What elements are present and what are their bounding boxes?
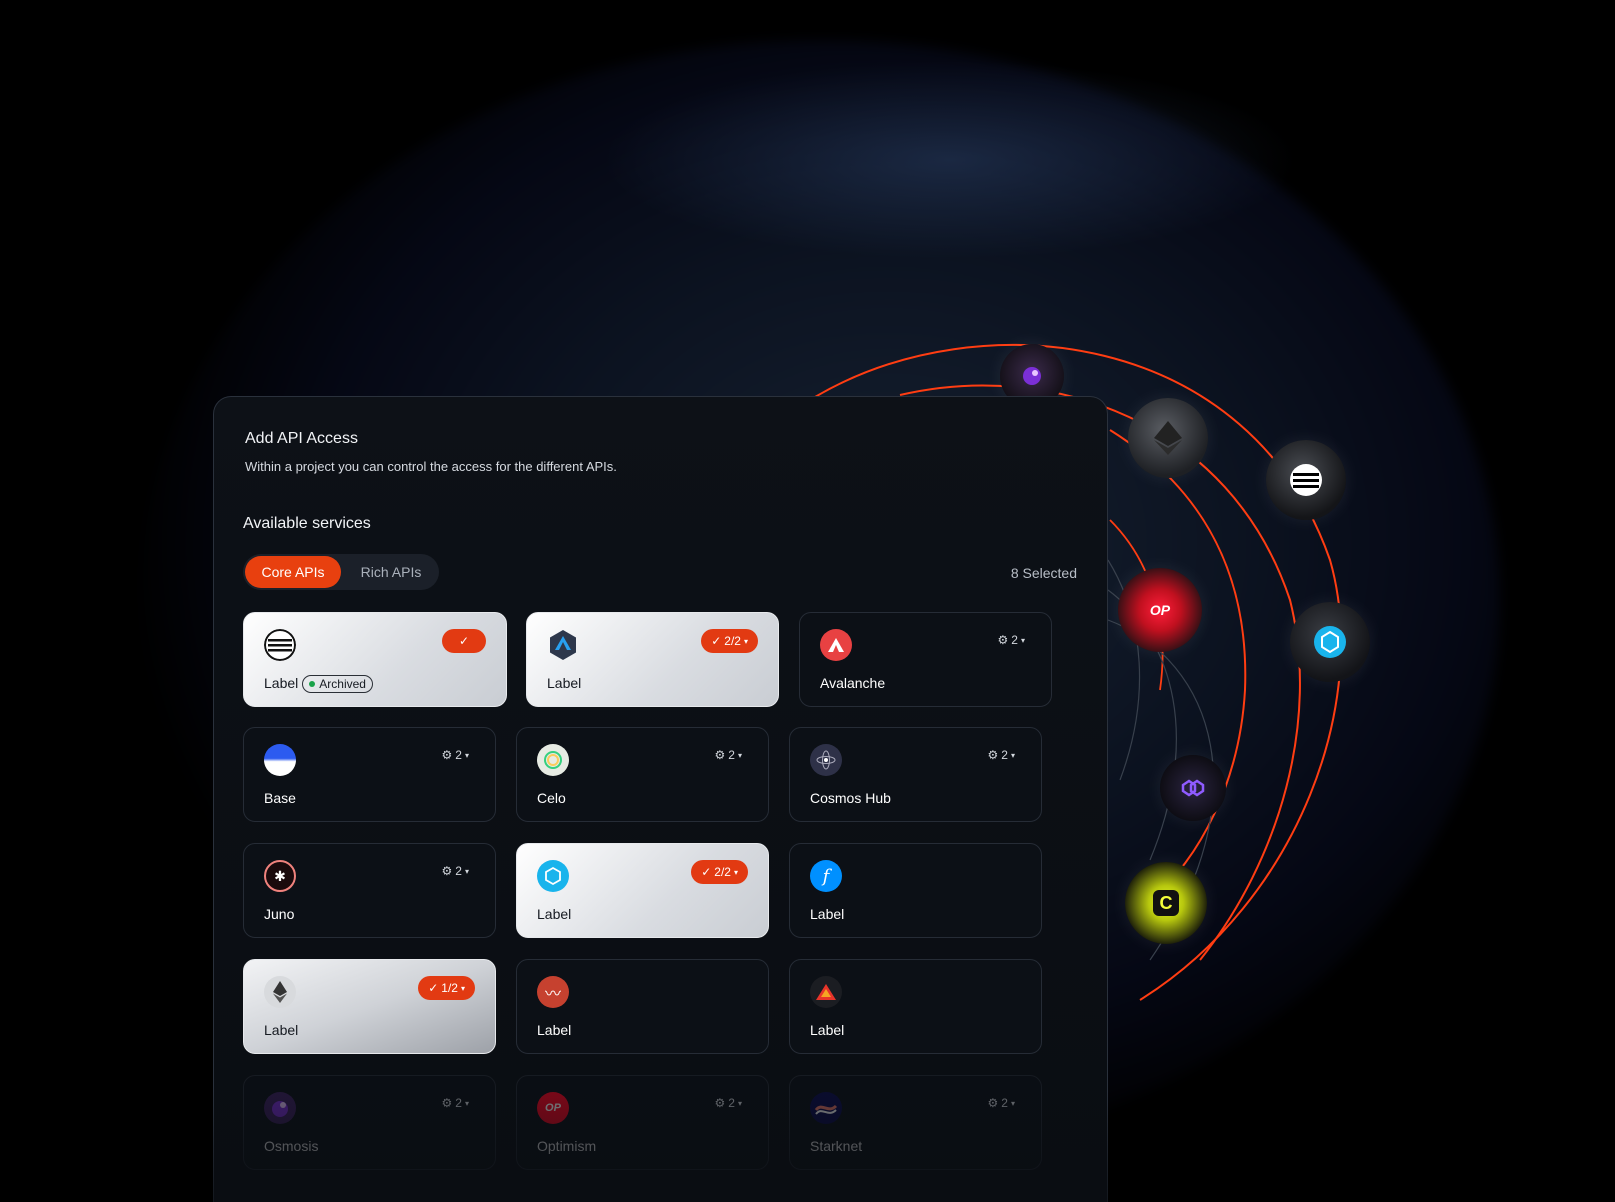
harmony-icon: 〰	[537, 976, 569, 1008]
arweave-icon	[810, 976, 842, 1008]
optimism-node-icon: OP	[1118, 568, 1202, 652]
service-card[interactable]: Starknet ⚙ 2 ▾	[789, 1075, 1042, 1170]
fantom-node-icon	[1290, 602, 1370, 682]
service-card[interactable]: Avalanche ⚙ 2 ▾	[799, 612, 1052, 707]
service-label: Juno	[264, 906, 295, 922]
celo-node-icon: C	[1125, 862, 1207, 944]
caret-down-icon: ▾	[464, 866, 469, 876]
optimism-icon: OP	[537, 1092, 569, 1124]
api-count-dropdown[interactable]: ⚙ 2 ▾	[436, 1092, 475, 1114]
dialog-title: Add API Access	[245, 430, 358, 447]
starknet-icon	[810, 1092, 842, 1124]
service-label: Optimism	[537, 1138, 597, 1154]
avalanche-icon	[820, 629, 852, 661]
selected-check-badge[interactable]: ✓	[442, 629, 486, 653]
service-card[interactable]: Label ✓ 1/2 ▾	[243, 959, 496, 1054]
api-count-dropdown[interactable]: ⚙ 2 ▾	[436, 860, 475, 882]
tab-core-apis[interactable]: Core APIs	[245, 556, 341, 588]
caret-down-icon: ▾	[1020, 635, 1025, 645]
api-count-dropdown[interactable]: ✓ 2/2 ▾	[701, 629, 758, 653]
ethereum-node-icon	[1128, 398, 1208, 478]
polygon-node-icon	[1160, 755, 1226, 821]
service-label: Base	[264, 790, 296, 806]
cosmos-icon	[810, 744, 842, 776]
base-icon	[264, 744, 296, 776]
service-card[interactable]: Osmosis ⚙ 2 ▾	[243, 1075, 496, 1170]
gear-icon: ⚙	[441, 748, 453, 762]
service-card[interactable]: OP Optimism ⚙ 2 ▾	[516, 1075, 769, 1170]
service-card[interactable]: Cosmos Hub ⚙ 2 ▾	[789, 727, 1042, 822]
check-icon: ✓	[458, 634, 470, 648]
api-count-dropdown[interactable]: ✓ 1/2 ▾	[418, 976, 475, 1000]
juno-icon: ✱	[264, 860, 296, 892]
gear-icon: ⚙	[987, 748, 999, 762]
caret-down-icon: ▾	[737, 750, 742, 760]
caret-down-icon: ▾	[1010, 750, 1015, 760]
add-api-access-dialog: Add API Access Within a project you can …	[213, 396, 1108, 1202]
service-card[interactable]: Label ✓ 2/2 ▾	[516, 843, 769, 938]
archived-badge: Archived	[302, 675, 373, 694]
service-card[interactable]: Label Archived ✓	[243, 612, 507, 707]
caret-down-icon: ▾	[460, 983, 465, 993]
check-icon: ✓	[701, 865, 712, 879]
api-count-dropdown[interactable]: ⚙ 2 ▾	[982, 1092, 1021, 1114]
gear-icon: ⚙	[441, 1096, 453, 1110]
api-count-dropdown[interactable]: ⚙ 2 ▾	[709, 744, 748, 766]
service-card[interactable]: Label ✓ 2/2 ▾	[526, 612, 779, 707]
gear-icon: ⚙	[987, 1096, 999, 1110]
gear-icon: ⚙	[714, 1096, 726, 1110]
caret-down-icon: ▾	[464, 750, 469, 760]
arbitrum-icon	[547, 629, 579, 661]
api-count-dropdown[interactable]: ⚙ 2 ▾	[709, 1092, 748, 1114]
fantom-icon	[537, 860, 569, 892]
aptos-icon	[264, 629, 296, 661]
api-count-dropdown[interactable]: ⚙ 2 ▾	[982, 744, 1021, 766]
service-label: Label	[547, 675, 582, 691]
caret-down-icon: ▾	[733, 867, 738, 877]
check-icon: ✓	[711, 634, 722, 648]
api-type-tabs: Core APIs Rich APIs	[243, 554, 439, 590]
api-count-dropdown[interactable]: ⚙ 2 ▾	[992, 629, 1031, 651]
caret-down-icon: ▾	[743, 636, 748, 646]
tab-rich-apis[interactable]: Rich APIs	[347, 556, 435, 588]
orbit-ring-3	[1109, 429, 1247, 901]
service-card[interactable]: Base ⚙ 2 ▾	[243, 727, 496, 822]
service-label: Celo	[537, 790, 566, 806]
selected-count: 8 Selected	[1010, 565, 1077, 581]
service-card[interactable]: ✱ Juno ⚙ 2 ▾	[243, 843, 496, 938]
gear-icon: ⚙	[714, 748, 726, 762]
service-card[interactable]: Label	[789, 959, 1042, 1054]
gear-icon: ⚙	[441, 864, 453, 878]
service-label: Osmosis	[264, 1138, 319, 1154]
celo-icon	[537, 744, 569, 776]
api-count-dropdown[interactable]: ⚙ 2 ▾	[436, 744, 475, 766]
service-label: Cosmos Hub	[810, 790, 891, 806]
service-label: Label	[537, 906, 572, 922]
service-label: Starknet	[810, 1138, 863, 1154]
status-dot	[309, 681, 316, 688]
service-card[interactable]: Celo ⚙ 2 ▾	[516, 727, 769, 822]
aptos-node-icon	[1266, 440, 1346, 520]
api-count-dropdown[interactable]: ✓ 2/2 ▾	[691, 860, 748, 884]
caret-down-icon: ▾	[464, 1098, 469, 1108]
ethereum-icon	[264, 976, 296, 1008]
service-label: Label	[264, 1022, 299, 1038]
caret-down-icon: ▾	[737, 1098, 742, 1108]
service-card[interactable]: 〰 Label	[516, 959, 769, 1054]
service-label: Label	[537, 1022, 572, 1038]
section-title: Available services	[243, 515, 371, 532]
service-card[interactable]: f Label	[789, 843, 1042, 938]
dialog-subtitle: Within a project you can control the acc…	[245, 459, 617, 474]
check-icon: ✓	[428, 981, 439, 995]
osmosis-icon	[264, 1092, 296, 1124]
gear-icon: ⚙	[997, 633, 1009, 647]
caret-down-icon: ▾	[1010, 1098, 1015, 1108]
filecoin-icon: f	[810, 860, 842, 892]
service-label: Label	[810, 906, 845, 922]
service-label: Label Archived	[264, 675, 373, 694]
service-label: Label	[810, 1022, 845, 1038]
service-label: Avalanche	[820, 675, 886, 691]
